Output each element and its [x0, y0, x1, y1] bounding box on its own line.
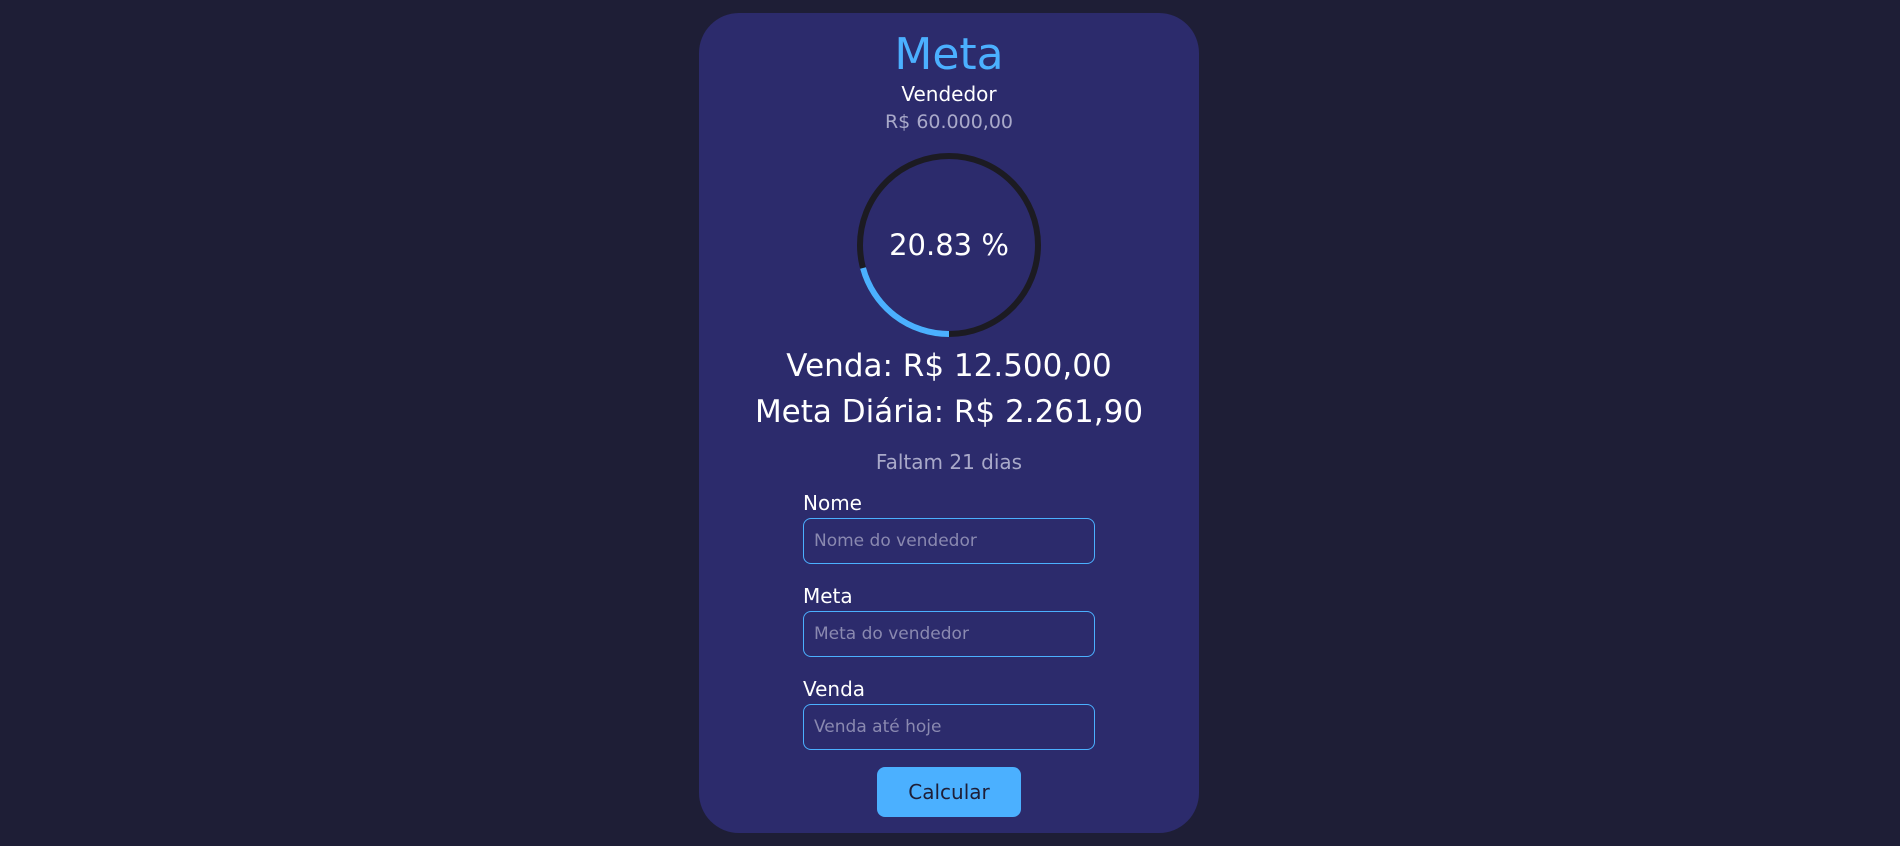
sale-input[interactable] [803, 704, 1095, 750]
daily-goal: Meta Diária: R$ 2.261,90 [754, 394, 1144, 430]
name-label: Nome [803, 491, 862, 515]
seller-name: Vendedor [901, 82, 997, 106]
sale-total: Venda: R$ 12.500,00 [786, 348, 1112, 384]
name-input[interactable] [803, 518, 1095, 564]
calculate-button[interactable]: Calcular [877, 767, 1021, 817]
goal-card: Meta Vendedor R$ 60.000,00 20.83 % Venda… [699, 13, 1199, 833]
progress-percent: 20.83 % [889, 228, 1009, 262]
card-title: Meta [894, 29, 1004, 80]
goal-label: Meta [803, 584, 853, 608]
sale-label: Venda [803, 677, 866, 701]
goal-input[interactable] [803, 611, 1095, 657]
goal-value: R$ 60.000,00 [884, 111, 1014, 133]
days-remaining: Faltam 21 dias [875, 450, 1023, 474]
progress-ring: 20.83 % [854, 150, 1044, 340]
